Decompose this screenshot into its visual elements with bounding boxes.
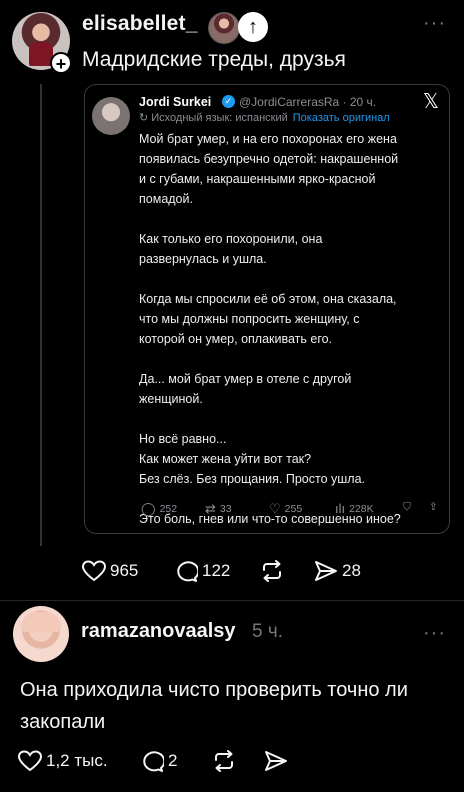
- retweet-icon: ⇄: [205, 501, 216, 516]
- send-icon: [265, 751, 287, 771]
- reply-timestamp: 5 ч.: [252, 621, 284, 642]
- bookmark-icon: ⛉: [403, 501, 411, 513]
- comment-icon: [143, 751, 164, 772]
- post-caption: Мадридские треды, друзья: [82, 48, 346, 71]
- heart-icon: ♡: [269, 501, 281, 516]
- comment-count: 122: [202, 561, 231, 580]
- more-options-icon[interactable]: ···: [423, 12, 446, 35]
- author-username[interactable]: elisabellet_: [82, 12, 198, 36]
- repost-button[interactable]: [260, 560, 288, 582]
- x-logo-icon: 𝕏: [422, 91, 439, 113]
- tweet-handle-time: @JordiCarrerasRa · 20 ч.: [239, 95, 377, 109]
- reply-username[interactable]: ramazanovaalsy: [81, 620, 236, 643]
- tweet-likes: ♡ 255: [269, 501, 303, 516]
- tweet-retweets: ⇄ 33: [205, 501, 232, 516]
- show-original-link: Показать оригинал: [292, 112, 390, 124]
- tweet-text: Мой брат умер, и на его похоронах его же…: [139, 132, 401, 526]
- embedded-tweet-image[interactable]: Jordi Surkei ✓ @JordiCarrerasRa · 20 ч. …: [84, 84, 450, 534]
- tweet-author-avatar: [92, 97, 130, 135]
- repost-button[interactable]: [212, 750, 240, 772]
- comment-button[interactable]: 122: [174, 560, 230, 582]
- share-button[interactable]: [264, 750, 292, 772]
- more-options-icon[interactable]: ···: [423, 622, 446, 645]
- comment-count: 2: [168, 751, 178, 770]
- tweet-stats-row: ◯ 252 ⇄ 33 ♡ 255 ılı 228K ⛉ ⇪: [141, 501, 445, 519]
- reply-text: Она приходила чисто проверить точно ли з…: [20, 679, 408, 733]
- share-button[interactable]: 28: [314, 560, 361, 582]
- like-count: 1,2 тыс.: [46, 751, 108, 770]
- translation-note: ↻ Исходный язык: испанский Показать ориги…: [139, 111, 390, 124]
- views-icon: ılı: [335, 501, 346, 516]
- like-button[interactable]: 1,2 тыс.: [18, 750, 108, 772]
- thread-line: [40, 84, 42, 546]
- repost-icon: [263, 560, 281, 582]
- tweet-views: ılı 228K: [335, 501, 374, 516]
- share-count: 28: [342, 561, 361, 580]
- verified-badge-icon: ✓: [222, 95, 235, 108]
- tweet-author-name: Jordi Surkei: [139, 95, 212, 109]
- like-button[interactable]: 965: [82, 560, 138, 582]
- follow-plus-icon[interactable]: +: [50, 52, 72, 74]
- tweet-replies: ◯ 252: [141, 501, 178, 516]
- arrow-up-icon[interactable]: ↑: [238, 12, 268, 42]
- reply-icon: ◯: [141, 501, 156, 516]
- tagged-user-avatar[interactable]: [208, 12, 240, 44]
- heart-icon: [82, 560, 106, 582]
- reply-author-avatar[interactable]: [13, 606, 69, 662]
- send-icon: [315, 561, 337, 581]
- like-count: 965: [110, 561, 139, 580]
- heart-icon: [18, 750, 42, 772]
- source-language-label: ↻ Исходный язык: испанский: [139, 112, 288, 124]
- repost-icon: [215, 750, 233, 772]
- divider: [0, 600, 464, 601]
- comment-icon: [177, 561, 198, 582]
- share-icon: ⇪: [429, 501, 438, 513]
- comment-button[interactable]: 2: [140, 750, 177, 772]
